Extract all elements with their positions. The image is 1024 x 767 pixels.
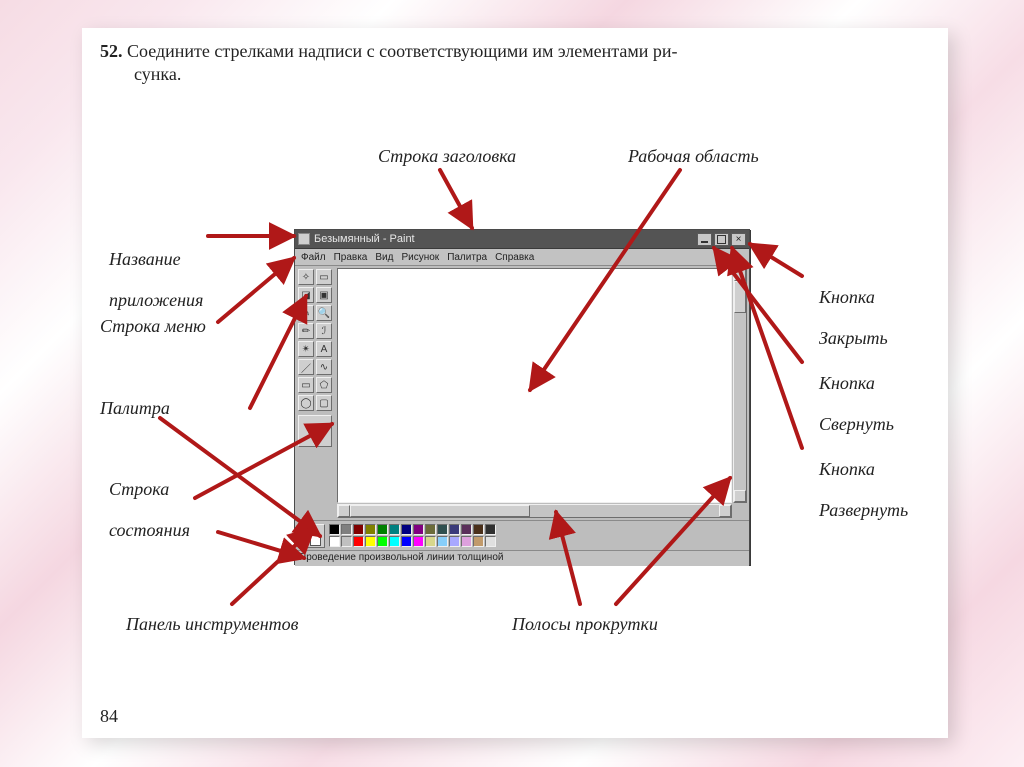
task-number: 52.	[100, 41, 123, 61]
minimize-button[interactable]	[697, 233, 712, 246]
color-swatch[interactable]	[413, 524, 424, 535]
label-scrollbars: Полосы прокрутки	[512, 614, 658, 635]
task-line1: Соедините стрелками надписи с соответств…	[127, 41, 678, 61]
canvas[interactable]	[337, 268, 732, 503]
task-line2: сунка.	[134, 63, 920, 86]
color-palette	[295, 520, 749, 550]
label-close: Кнопка Закрыть	[810, 266, 888, 349]
label-toolbox: Панель инструментов	[126, 614, 298, 635]
canvas-area	[335, 266, 749, 520]
menu-item[interactable]: Правка	[334, 252, 368, 263]
menu-item[interactable]: Палитра	[447, 252, 487, 263]
tool-select[interactable]: ▭	[316, 269, 332, 285]
tool-eraser[interactable]: ◪	[298, 287, 314, 303]
color-swatch[interactable]	[485, 524, 496, 535]
color-swatch[interactable]	[341, 524, 352, 535]
color-swatch[interactable]	[377, 524, 388, 535]
status-text: Проведение произвольной линии толщиной	[299, 552, 503, 563]
color-swatch[interactable]	[341, 536, 352, 547]
tool-curve[interactable]: ∿	[316, 359, 332, 375]
label-work-area: Рабочая область	[628, 146, 759, 167]
color-swatch[interactable]	[461, 536, 472, 547]
resize-grip[interactable]	[733, 504, 747, 518]
tool-fill[interactable]: ▣	[316, 287, 332, 303]
color-swatch[interactable]	[413, 536, 424, 547]
color-swatch[interactable]	[329, 524, 340, 535]
maximize-button[interactable]	[714, 233, 729, 246]
scroll-thumb-v[interactable]	[734, 281, 746, 313]
tool-picker[interactable]: ✎	[298, 305, 314, 321]
tool-pencil[interactable]: ✏	[298, 323, 314, 339]
paint-window: Безымянный - Paint × Файл Правка Вид Рис…	[294, 229, 750, 565]
menu-item[interactable]: Вид	[375, 252, 393, 263]
color-swatch[interactable]	[473, 536, 484, 547]
label-status-bar: Строка состояния	[100, 458, 190, 541]
horizontal-scrollbar[interactable]	[337, 504, 732, 518]
color-swatch[interactable]	[449, 524, 460, 535]
color-swatch[interactable]	[425, 536, 436, 547]
title-bar[interactable]: Безымянный - Paint ×	[295, 230, 749, 249]
color-swatch[interactable]	[437, 524, 448, 535]
tool-polygon[interactable]: ⬠	[316, 377, 332, 393]
menu-item[interactable]: Справка	[495, 252, 534, 263]
app-icon	[298, 233, 310, 245]
tool-roundrect[interactable]: ▢	[316, 395, 332, 411]
maximize-icon	[717, 235, 726, 244]
menu-item[interactable]: Файл	[301, 252, 326, 263]
tool-free-select[interactable]: ✧	[298, 269, 314, 285]
paint-body: ✧ ▭ ◪ ▣ ✎ 🔍 ✏ ℐ ✴ A ／ ∿ ▭ ⬠ ◯ ▢	[295, 266, 749, 520]
tool-options[interactable]	[298, 415, 332, 447]
color-swatch[interactable]	[449, 536, 460, 547]
scroll-down-button[interactable]	[734, 490, 746, 502]
label-menu-bar: Строка меню	[100, 316, 206, 337]
label-maximize: Кнопка Развернуть	[810, 438, 908, 521]
scroll-thumb-h[interactable]	[350, 505, 530, 517]
window-title: Безымянный - Paint	[314, 233, 697, 245]
color-swatch[interactable]	[461, 524, 472, 535]
tool-zoom[interactable]: 🔍	[316, 305, 332, 321]
tool-rect[interactable]: ▭	[298, 377, 314, 393]
color-swatch[interactable]	[389, 524, 400, 535]
menu-item[interactable]: Рисунок	[401, 252, 439, 263]
label-minimize: Кнопка Свернуть	[810, 352, 894, 435]
label-palette: Палитра	[100, 398, 170, 419]
color-swatch[interactable]	[389, 536, 400, 547]
scroll-right-button[interactable]	[719, 505, 731, 517]
color-swatch[interactable]	[365, 524, 376, 535]
status-bar: Проведение произвольной линии толщиной	[295, 550, 749, 566]
tool-airbrush[interactable]: ✴	[298, 341, 314, 357]
menu-bar: Файл Правка Вид Рисунок Палитра Справка	[295, 249, 749, 266]
close-icon: ×	[736, 234, 742, 245]
tool-text[interactable]: A	[316, 341, 332, 357]
scroll-up-button[interactable]	[734, 269, 746, 281]
label-title-bar: Строка заголовка	[378, 146, 516, 167]
label-app-name: Название приложения	[100, 228, 203, 311]
color-swatch[interactable]	[401, 524, 412, 535]
color-swatch[interactable]	[401, 536, 412, 547]
color-swatch[interactable]	[329, 536, 340, 547]
color-swatches	[329, 524, 496, 547]
tool-brush[interactable]: ℐ	[316, 323, 332, 339]
current-colors[interactable]	[299, 524, 325, 548]
color-swatch[interactable]	[473, 524, 484, 535]
color-swatch[interactable]	[437, 536, 448, 547]
toolbox: ✧ ▭ ◪ ▣ ✎ 🔍 ✏ ℐ ✴ A ／ ∿ ▭ ⬠ ◯ ▢	[295, 266, 335, 520]
vertical-scrollbar[interactable]	[733, 268, 747, 503]
window-controls: ×	[697, 233, 746, 246]
color-swatch[interactable]	[353, 524, 364, 535]
scroll-left-button[interactable]	[338, 505, 350, 517]
color-swatch[interactable]	[365, 536, 376, 547]
task-text: 52. Соедините стрелками надписи с соотве…	[100, 40, 920, 85]
tool-ellipse[interactable]: ◯	[298, 395, 314, 411]
tool-line[interactable]: ／	[298, 359, 314, 375]
color-swatch[interactable]	[425, 524, 436, 535]
color-swatch[interactable]	[485, 536, 496, 547]
page-number: 84	[100, 706, 118, 727]
color-swatch[interactable]	[377, 536, 388, 547]
color-swatch[interactable]	[353, 536, 364, 547]
close-button[interactable]: ×	[731, 233, 746, 246]
minimize-icon	[701, 241, 708, 243]
